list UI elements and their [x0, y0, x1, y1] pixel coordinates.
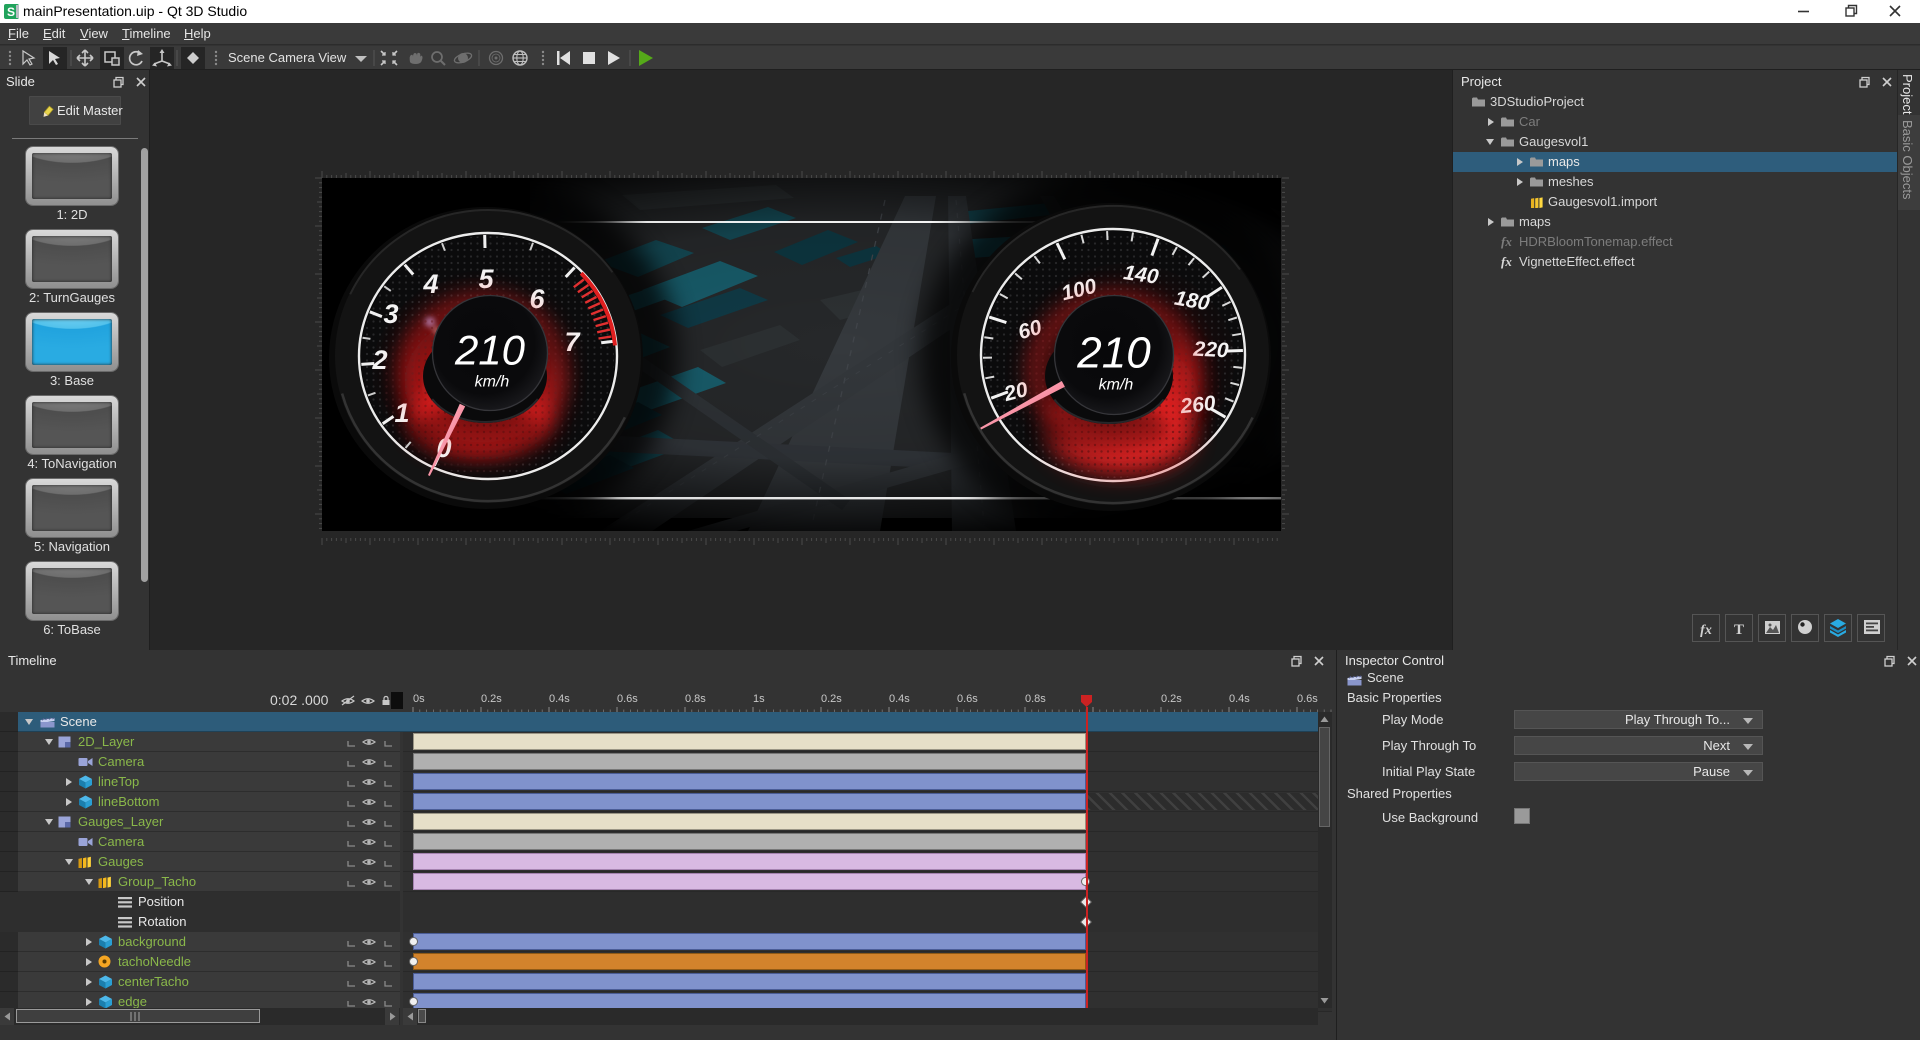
svg-text:km/h: km/h	[1099, 377, 1134, 394]
svg-text:210: 210	[1076, 329, 1151, 378]
svg-text:0.2s: 0.2s	[481, 693, 502, 705]
svg-text:km/h: km/h	[475, 374, 510, 391]
svg-text:fx: fx	[1700, 623, 1712, 638]
svg-text:220: 220	[1192, 338, 1230, 363]
svg-text:7: 7	[564, 327, 581, 357]
svg-text:0s: 0s	[413, 693, 425, 705]
svg-text:210: 210	[454, 327, 526, 374]
svg-text:0.2s: 0.2s	[1161, 693, 1182, 705]
svg-text:140: 140	[1122, 261, 1160, 289]
svg-text:0.6s: 0.6s	[1297, 693, 1318, 705]
svg-text:3: 3	[383, 299, 398, 329]
svg-text:0.2s: 0.2s	[821, 693, 842, 705]
svg-text:0.6s: 0.6s	[617, 693, 638, 705]
svg-text:0.8s: 0.8s	[1025, 693, 1046, 705]
svg-text:0.4s: 0.4s	[549, 693, 570, 705]
svg-text:S: S	[7, 5, 15, 19]
svg-text:0.6s: 0.6s	[957, 693, 978, 705]
svg-text:0.4s: 0.4s	[889, 693, 910, 705]
svg-text:0.8s: 0.8s	[685, 693, 706, 705]
svg-text:0.4s: 0.4s	[1229, 693, 1250, 705]
svg-text:1s: 1s	[753, 693, 765, 705]
svg-text:T: T	[1734, 622, 1744, 638]
svg-text:4: 4	[422, 269, 438, 299]
svg-text:5: 5	[478, 264, 494, 294]
svg-text:2: 2	[371, 345, 387, 375]
